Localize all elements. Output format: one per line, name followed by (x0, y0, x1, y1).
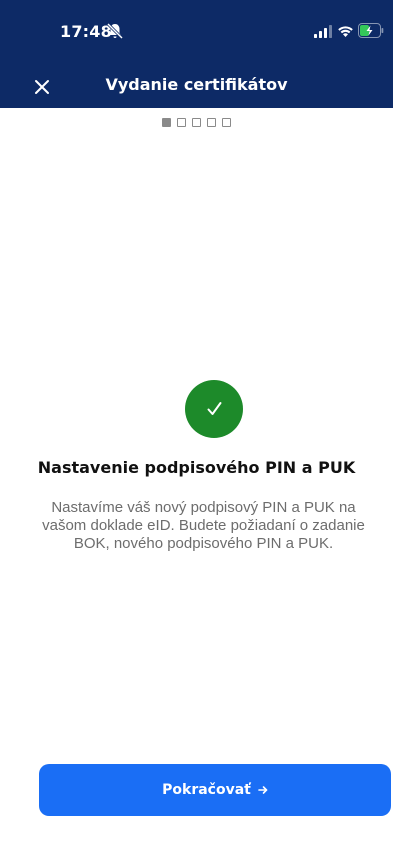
success-badge (185, 380, 243, 438)
bell-slash-icon (106, 22, 124, 40)
status-bar: 17:48 (0, 0, 393, 60)
arrow-right-icon (258, 786, 268, 794)
step-title: Nastavenie podpisového PIN a PUK (37, 458, 356, 477)
battery-charging-icon (358, 23, 384, 38)
step-indicator-3 (192, 118, 201, 127)
checkmark-icon (207, 402, 222, 415)
signal-icon (314, 25, 332, 38)
progress-stepper (0, 118, 393, 127)
app-header: 17:48 Vydanie certifikátov (0, 0, 393, 108)
status-time: 17:48 (60, 22, 112, 41)
step-indicator-1 (162, 118, 171, 127)
wifi-icon (338, 26, 353, 37)
step-indicator-5 (222, 118, 231, 127)
continue-button-label: Pokračovať (162, 782, 251, 798)
nav-bar: Vydanie certifikátov (0, 66, 393, 108)
continue-button[interactable]: Pokračovať (39, 764, 391, 816)
step-indicator-2 (177, 118, 186, 127)
page-title: Vydanie certifikátov (105, 75, 288, 94)
step-indicator-4 (207, 118, 216, 127)
step-description: Nastavíme váš nový podpisový PIN a PUK n… (42, 499, 365, 552)
